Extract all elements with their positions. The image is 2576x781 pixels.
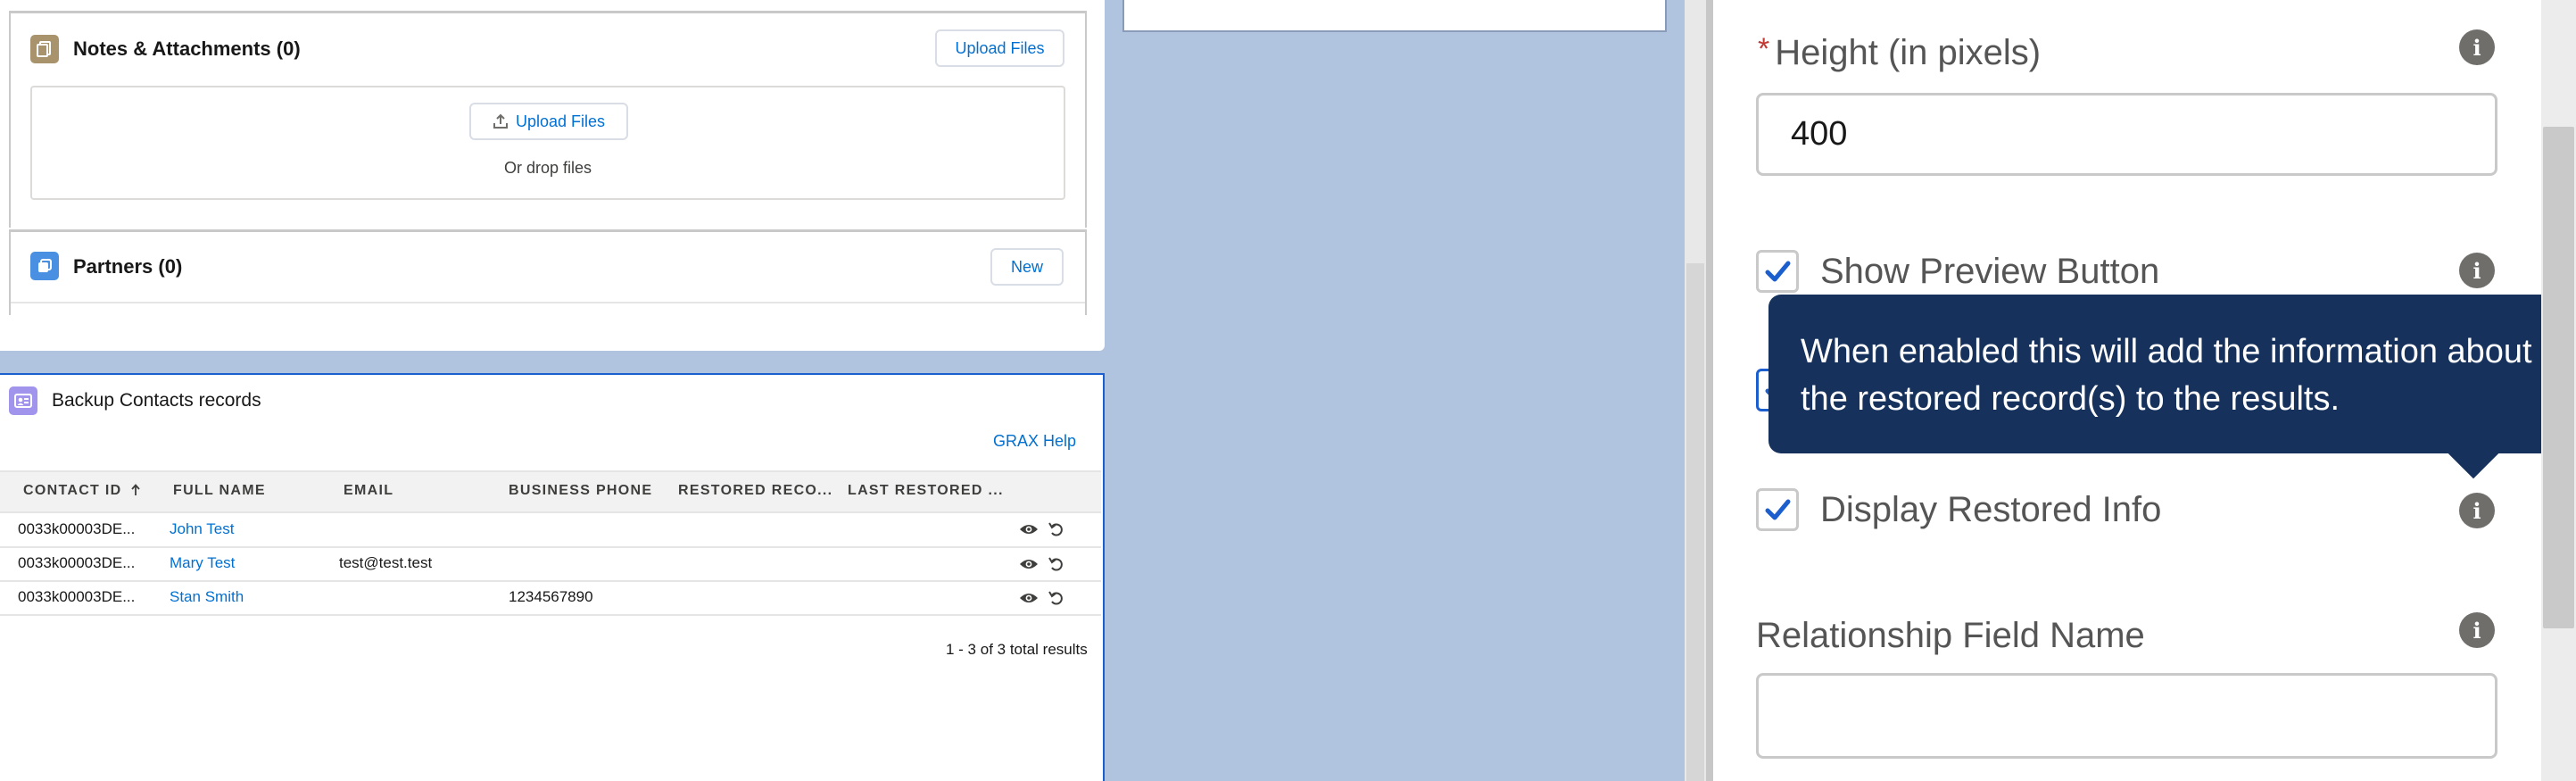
- undo-icon[interactable]: [1048, 520, 1065, 543]
- cell-full-name-link[interactable]: John Test: [170, 520, 234, 538]
- column-header-last-restored[interactable]: LAST RESTORED ...: [848, 483, 1004, 499]
- eye-icon[interactable]: [1019, 556, 1039, 577]
- sort-up-icon: [130, 484, 141, 501]
- notes-attachments-list: Notes & Attachments (0) Upload Files Upl…: [9, 11, 1087, 228]
- info-icon[interactable]: i: [2459, 253, 2495, 288]
- upload-files-button[interactable]: Upload Files: [469, 103, 628, 140]
- relationship-field-input[interactable]: [1756, 673, 2497, 759]
- panel-scrollbar-thumb[interactable]: [2543, 127, 2574, 628]
- show-preview-checkbox[interactable]: [1756, 250, 1799, 293]
- table-row: [0, 548, 1101, 581]
- header-top-border: [0, 470, 1101, 472]
- row-divider: [0, 614, 1101, 616]
- contact-card-icon: [9, 386, 37, 415]
- table-card-title: Backup Contacts records: [52, 390, 261, 411]
- related-lists-card: Notes & Attachments (0) Upload Files Upl…: [0, 0, 1105, 351]
- column-header-contact-id[interactable]: CONTACT ID: [23, 483, 141, 501]
- upload-files-header-button[interactable]: Upload Files: [935, 29, 1064, 67]
- partners-divider: [11, 302, 1085, 303]
- column-header-email[interactable]: EMAIL: [344, 483, 393, 499]
- height-input[interactable]: 400: [1756, 93, 2497, 176]
- canvas-scrollbar-thumb[interactable]: [1686, 263, 1704, 781]
- cell-phone: 1234567890: [509, 588, 593, 605]
- notes-title: Notes & Attachments (0): [73, 37, 301, 60]
- column-header-business-phone[interactable]: BUSINESS PHONE: [509, 483, 652, 499]
- undo-icon[interactable]: [1048, 555, 1065, 577]
- show-preview-label: Show Preview Button: [1820, 252, 2160, 291]
- cell-email: test@test.test: [339, 554, 433, 571]
- drop-files-text: Or drop files: [503, 159, 592, 177]
- column-label: CONTACT ID: [23, 483, 122, 498]
- cell-contact-id: 0033k00003DE...: [18, 520, 136, 537]
- height-label-text: Height (in pixels): [1775, 33, 2042, 72]
- cell-full-name-link[interactable]: Mary Test: [170, 554, 235, 572]
- partners-title: Partners (0): [73, 255, 183, 278]
- relationship-field-label: Relationship Field Name: [1756, 616, 2145, 655]
- eye-icon[interactable]: [1019, 521, 1039, 542]
- undo-icon[interactable]: [1048, 589, 1065, 611]
- column-header-restored-record[interactable]: RESTORED RECO...: [678, 483, 832, 499]
- upload-files-label: Upload Files: [515, 112, 606, 130]
- results-count: 1 - 3 of 3 total results: [946, 641, 1088, 658]
- display-restored-checkbox[interactable]: [1756, 488, 1799, 531]
- partners-icon: [30, 252, 59, 280]
- canvas-component-stub: [1122, 0, 1667, 32]
- eye-icon[interactable]: [1019, 590, 1039, 611]
- info-icon[interactable]: i: [2459, 612, 2495, 648]
- info-icon[interactable]: i: [2459, 493, 2495, 528]
- height-label: * Height (in pixels): [1758, 32, 2041, 73]
- display-restored-label: Display Restored Info: [1820, 490, 2162, 529]
- info-tooltip: When enabled this will add the informati…: [1768, 295, 2572, 453]
- upload-icon: [493, 113, 509, 129]
- checkmark-icon: [1765, 261, 1791, 282]
- required-marker: *: [1758, 32, 1770, 66]
- partners-new-button[interactable]: New: [990, 248, 1064, 286]
- column-header-full-name[interactable]: FULL NAME: [173, 483, 266, 499]
- file-dropzone[interactable]: Upload Files Or drop files: [30, 86, 1065, 200]
- checkmark-icon: [1765, 499, 1791, 520]
- partners-list: Partners (0) New: [9, 229, 1087, 315]
- grax-help-link[interactable]: GRAX Help: [993, 432, 1076, 451]
- cell-contact-id: 0033k00003DE...: [18, 554, 136, 571]
- cell-full-name-link[interactable]: Stan Smith: [170, 588, 244, 606]
- table-row: [0, 513, 1101, 546]
- cell-contact-id: 0033k00003DE...: [18, 588, 136, 605]
- notes-icon: [30, 35, 59, 63]
- panel-divider[interactable]: [1706, 0, 1713, 781]
- info-icon[interactable]: i: [2459, 29, 2495, 65]
